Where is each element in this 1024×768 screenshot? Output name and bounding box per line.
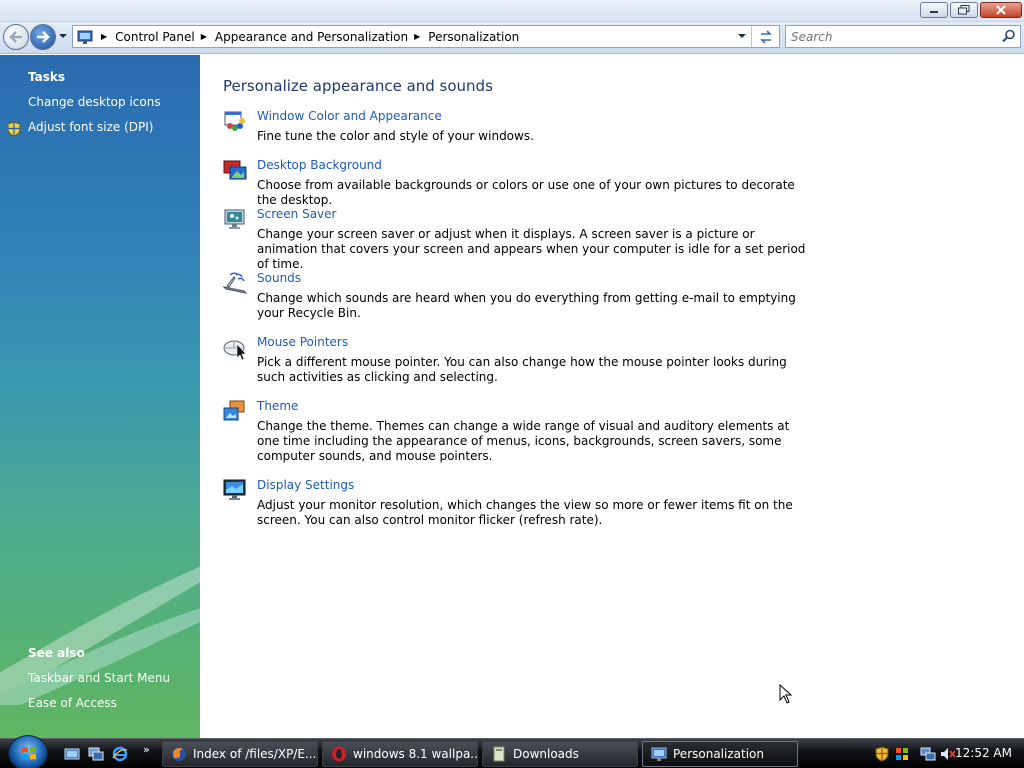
control-panel-icon: [651, 747, 667, 761]
close-button[interactable]: [980, 2, 1022, 18]
address-dropdown-icon[interactable]: [737, 30, 747, 42]
list-item: Screen Saver Change your screen saver or…: [222, 207, 812, 271]
desktop-background-icon: [223, 160, 247, 180]
minimize-icon: [930, 11, 938, 13]
change-desktop-icons-link[interactable]: Change desktop icons: [28, 95, 161, 109]
display-settings-link[interactable]: Display Settings: [257, 478, 354, 492]
item-description: Fine tune the color and style of your wi…: [257, 129, 534, 143]
taskbar-button-downloads[interactable]: Downloads: [482, 741, 638, 767]
list-item: Mouse Pointers Pick a different mouse po…: [222, 335, 812, 385]
page-title: Personalize appearance and sounds: [223, 77, 493, 95]
taskbar-button-label: windows 8.1 wallpa...: [353, 747, 477, 761]
taskbar-button-label: Downloads: [513, 747, 579, 761]
quick-launch-more-icon[interactable]: »: [143, 743, 150, 756]
refresh-icon: [759, 29, 772, 44]
minimize-button[interactable]: [920, 2, 948, 18]
maximize-button[interactable]: [950, 2, 978, 18]
taskbar-button-firefox[interactable]: Index of /files/XP/E...: [162, 741, 318, 767]
theme-link[interactable]: Theme: [257, 399, 298, 413]
main-content: Personalize appearance and sounds Window…: [200, 55, 1024, 738]
navigation-bar: ▶ Control Panel ▶ Appearance and Persona…: [0, 22, 1024, 54]
item-description: Change the theme. Themes can change a wi…: [257, 419, 790, 463]
taskbar-button-opera[interactable]: windows 8.1 wallpa...: [322, 741, 478, 767]
maximize-icon: [958, 5, 970, 15]
list-item: Theme Change the theme. Themes can chang…: [222, 399, 812, 463]
window-color-icon: [224, 111, 245, 131]
search-box[interactable]: [785, 25, 1021, 48]
start-button[interactable]: [8, 735, 48, 768]
tasks-heading: Tasks: [28, 70, 66, 84]
item-description: Change which sounds are heard when you d…: [257, 291, 796, 320]
desktop-background-link[interactable]: Desktop Background: [257, 158, 382, 172]
ease-of-access-link[interactable]: Ease of Access: [28, 696, 117, 710]
sounds-icon: [222, 272, 248, 294]
switch-windows-icon[interactable]: [88, 746, 104, 762]
recent-pages-dropdown-icon[interactable]: [58, 32, 68, 40]
shield-icon: [7, 121, 21, 137]
theme-icon: [223, 400, 245, 421]
back-arrow-icon: [9, 31, 22, 43]
title-bar: [0, 0, 1024, 22]
screen-saver-icon: [224, 209, 245, 229]
see-also-heading: See also: [28, 646, 85, 660]
item-description: Pick a different mouse pointer. You can …: [257, 355, 787, 384]
forward-arrow-icon: [37, 31, 50, 43]
breadcrumb-separator-icon[interactable]: ▶: [414, 32, 420, 41]
breadcrumb-separator-icon[interactable]: ▶: [201, 32, 207, 41]
breadcrumb-separator-icon[interactable]: ▶: [101, 32, 107, 41]
item-description: Adjust your monitor resolution, which ch…: [257, 498, 793, 527]
mouse-cursor-icon: [779, 684, 793, 704]
list-item: Sounds Change which sounds are heard whe…: [222, 271, 812, 321]
list-item: Display Settings Adjust your monitor res…: [222, 478, 812, 528]
taskbar-button-label: Personalization: [673, 747, 764, 761]
mouse-icon: [223, 340, 247, 361]
adjust-font-size-link[interactable]: Adjust font size (DPI): [28, 120, 153, 134]
item-description: Change your screen saver or adjust when …: [257, 227, 806, 271]
screen-saver-link[interactable]: Screen Saver: [257, 207, 336, 221]
opera-icon: [332, 746, 346, 762]
taskbar: » Index of /files/XP/E... windows 8.1 wa…: [0, 735, 1024, 768]
volume-muted-icon[interactable]: [940, 746, 956, 762]
back-button[interactable]: [3, 24, 29, 50]
taskbar-button-label: Index of /files/XP/E...: [193, 747, 317, 761]
display-settings-icon: [223, 479, 246, 500]
item-description: Choose from available backgrounds or col…: [257, 178, 795, 207]
breadcrumb-control-panel[interactable]: Control Panel: [115, 30, 195, 44]
list-item: Window Color and Appearance Fine tune th…: [222, 109, 812, 149]
network-icon[interactable]: [920, 746, 936, 762]
refresh-button[interactable]: [751, 26, 779, 47]
mouse-pointers-link[interactable]: Mouse Pointers: [257, 335, 348, 349]
close-icon: [996, 5, 1006, 15]
windows-logo-icon: [22, 747, 36, 760]
windows-update-icon[interactable]: [894, 746, 910, 762]
sounds-link[interactable]: Sounds: [257, 271, 301, 285]
show-desktop-icon[interactable]: [64, 746, 80, 762]
caption-buttons: [920, 2, 1022, 18]
control-panel-icon: [77, 30, 93, 44]
folder-icon: [493, 746, 505, 762]
address-bar[interactable]: ▶ Control Panel ▶ Appearance and Persona…: [72, 25, 780, 48]
search-icon[interactable]: [1002, 29, 1016, 43]
list-item: Desktop Background Choose from available…: [222, 158, 812, 207]
task-pane: Tasks Change desktop icons Adjust font s…: [0, 55, 200, 738]
window-color-link[interactable]: Window Color and Appearance: [257, 109, 442, 123]
clock[interactable]: 12:52 AM: [955, 746, 1012, 760]
security-shield-icon[interactable]: [874, 746, 890, 762]
taskbar-button-personalization[interactable]: Personalization: [642, 741, 798, 767]
breadcrumb-appearance[interactable]: Appearance and Personalization: [215, 30, 408, 44]
taskbar-start-menu-link[interactable]: Taskbar and Start Menu: [28, 671, 170, 685]
forward-button[interactable]: [30, 24, 56, 50]
search-input[interactable]: [786, 26, 986, 47]
firefox-icon: [172, 747, 186, 761]
internet-explorer-icon[interactable]: [112, 746, 128, 762]
breadcrumb-personalization[interactable]: Personalization: [428, 30, 519, 44]
